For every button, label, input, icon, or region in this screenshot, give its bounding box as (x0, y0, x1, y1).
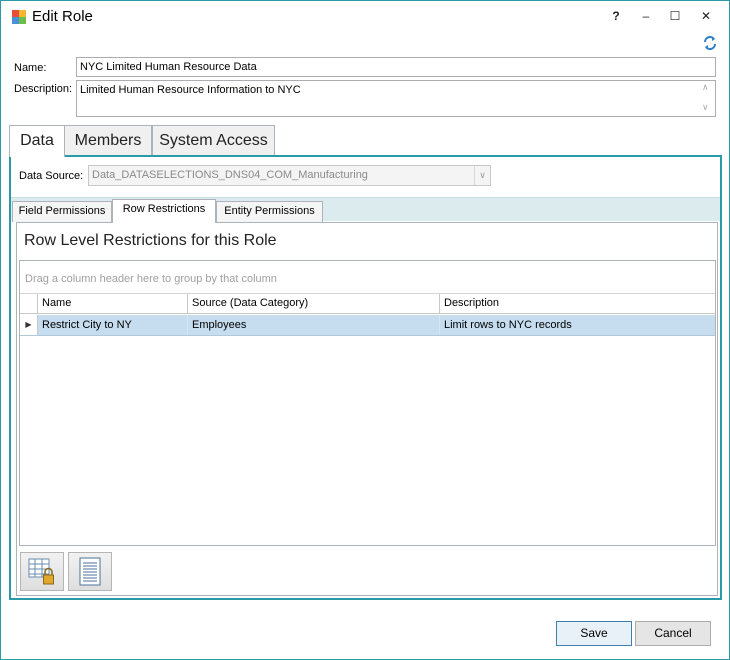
restrictions-grid: Drag a column header here to group by th… (19, 260, 716, 546)
grid-action-bar (19, 549, 716, 594)
minimize-button[interactable]: – (633, 5, 659, 27)
data-source-select[interactable]: Data_DATASELECTIONS_DNS04_COM_Manufactur… (88, 165, 491, 186)
edit-role-window: Edit Role ? – ☐ ✕ Name: NYC Limited Huma… (0, 0, 730, 660)
grid-header: Name Source (Data Category) Description (20, 294, 715, 314)
row-indicator-icon: ▶ (20, 315, 38, 335)
tab-row-restrictions[interactable]: Row Restrictions (112, 199, 216, 223)
row-indicator-header (20, 294, 38, 313)
subtab-strip: Field Permissions Row Restrictions Entit… (11, 197, 720, 223)
column-header-source[interactable]: Source (Data Category) (188, 294, 440, 313)
document-icon (79, 557, 101, 586)
view-document-button[interactable] (68, 552, 112, 591)
description-text: Limited Human Resource Information to NY… (80, 84, 301, 96)
edit-restriction-button[interactable] (20, 552, 64, 591)
refresh-icon[interactable] (702, 35, 718, 51)
scroll-down-icon[interactable]: ∨ (702, 102, 709, 113)
data-tab-panel: Data Source: Data_DATASELECTIONS_DNS04_C… (9, 155, 722, 600)
group-by-hint: Drag a column header here to group by th… (25, 273, 277, 285)
title-bar: Edit Role ? – ☐ ✕ (1, 1, 729, 32)
app-icon (12, 10, 26, 24)
close-button[interactable]: ✕ (693, 5, 719, 27)
save-button[interactable]: Save (556, 621, 632, 646)
description-label: Description: (14, 83, 73, 95)
table-lock-icon (28, 558, 54, 585)
cell-name[interactable]: Restrict City to NY (38, 315, 188, 335)
group-by-panel[interactable]: Drag a column header here to group by th… (20, 261, 715, 294)
name-label: Name: (14, 62, 47, 74)
tab-entity-permissions[interactable]: Entity Permissions (216, 201, 323, 222)
tab-system-access[interactable]: System Access (152, 125, 275, 156)
description-scrollbar[interactable]: ∧ ∨ (698, 81, 715, 116)
maximize-button[interactable]: ☐ (662, 5, 688, 27)
cell-description[interactable]: Limit rows to NYC records (440, 315, 715, 335)
tab-field-permissions[interactable]: Field Permissions (12, 201, 112, 222)
data-source-label: Data Source: (19, 170, 84, 182)
row-restrictions-panel: Row Level Restrictions for this Role Dra… (16, 222, 718, 596)
chevron-down-icon[interactable]: ∨ (474, 166, 490, 185)
name-field[interactable]: NYC Limited Human Resource Data (76, 57, 716, 77)
cancel-button[interactable]: Cancel (635, 621, 711, 646)
help-button[interactable]: ? (603, 5, 629, 27)
scroll-up-icon[interactable]: ∧ (702, 82, 709, 93)
section-title: Row Level Restrictions for this Role (24, 232, 277, 249)
column-header-name[interactable]: Name (38, 294, 188, 313)
cell-source[interactable]: Employees (188, 315, 440, 335)
window-title: Edit Role (32, 8, 93, 25)
table-row[interactable]: ▶ Restrict City to NY Employees Limit ro… (20, 315, 715, 336)
column-header-description[interactable]: Description (440, 294, 715, 313)
data-source-value: Data_DATASELECTIONS_DNS04_COM_Manufactur… (92, 169, 368, 181)
description-field[interactable]: Limited Human Resource Information to NY… (76, 80, 716, 117)
tab-data[interactable]: Data (9, 125, 65, 157)
tab-members[interactable]: Members (64, 125, 152, 156)
